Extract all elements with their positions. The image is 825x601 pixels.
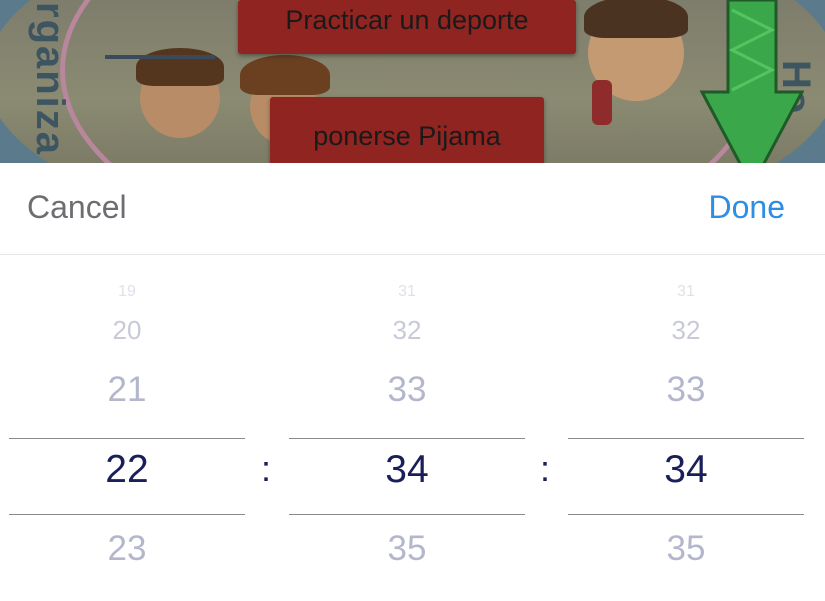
wheel-item: 32 (671, 315, 701, 345)
hours-wheel[interactable]: 19 20 21 22 23 (9, 255, 245, 601)
minutes-wheel[interactable]: 31 32 33 34 35 (289, 255, 525, 601)
time-separator: : (261, 448, 272, 489)
wheel-item: 35 (666, 529, 706, 568)
activity-button-ponerse-pijama[interactable]: ponerse Pijama (270, 97, 544, 165)
selection-line-bottom (289, 514, 525, 515)
down-arrow-icon (699, 0, 804, 190)
wheel-item: 21 (107, 370, 147, 409)
popsicle-illustration (592, 80, 612, 125)
wheel-item: 33 (666, 370, 706, 409)
wheel-item: 33 (387, 370, 427, 409)
wheel-item: 19 (118, 283, 136, 297)
picker-toolbar: Cancel Done (0, 163, 825, 255)
selection-line-top (568, 438, 804, 439)
wheel-item: 20 (112, 315, 142, 345)
wheel-selected-value: 22 (105, 448, 149, 491)
wheel-selected-value: 34 (664, 448, 708, 491)
wheel-item: 23 (107, 529, 147, 568)
wheel-selected-value: 34 (385, 448, 429, 491)
time-separator: : (540, 448, 551, 489)
wheel-item: 35 (387, 529, 427, 568)
selection-line-bottom (9, 514, 245, 515)
selection-line-bottom (568, 514, 804, 515)
ring-text-left: rganiza (28, 2, 72, 157)
done-button[interactable]: Done (709, 189, 786, 226)
time-picker-sheet: Cancel Done 19 20 21 22 23 : 31 32 33 34… (0, 163, 825, 601)
cancel-button[interactable]: Cancel (27, 189, 127, 226)
activity-button-practicar-deporte[interactable]: Practicar un deporte (238, 0, 576, 54)
seconds-wheel[interactable]: 31 32 33 34 35 (568, 255, 804, 601)
wheel-item: 31 (677, 283, 695, 297)
wheel-item: 31 (398, 283, 416, 297)
child-hair-middle (240, 55, 330, 95)
scooter-illustration (105, 0, 215, 59)
wheel-item: 32 (392, 315, 422, 345)
selection-line-top (9, 438, 245, 439)
child-hair-right (584, 0, 688, 38)
selection-line-top (289, 438, 525, 439)
